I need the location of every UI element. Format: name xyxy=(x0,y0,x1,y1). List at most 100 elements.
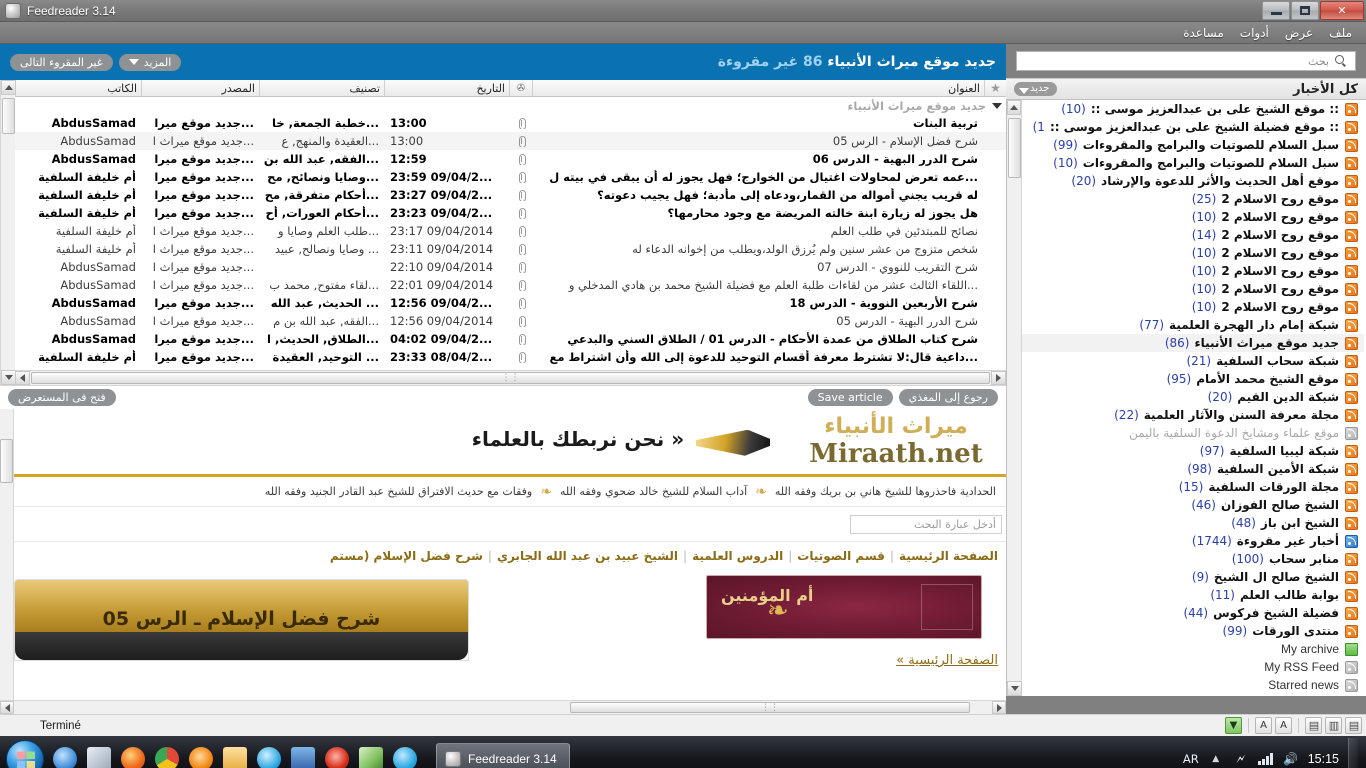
article-table-hscrollbar[interactable]: ⋮⋮ xyxy=(15,370,1006,385)
more-button[interactable]: المزيد xyxy=(118,53,182,71)
sidebar-item[interactable]: My RSS Feed xyxy=(1007,658,1364,676)
feed-list[interactable]: :: موقع الشيخ على بن عبدالعزيز موسى :: (1… xyxy=(1006,100,1366,696)
article-scroll-down-button[interactable] xyxy=(1,370,16,385)
open-in-browser-button[interactable]: فتح فى المستعرض xyxy=(8,389,116,406)
sidebar-item[interactable]: فضيلة الشيخ فركوس (44) xyxy=(1007,604,1364,622)
tray-clock[interactable]: 15:15 xyxy=(1308,752,1339,766)
preview-hscrollbar[interactable]: ⋮⋮ xyxy=(0,700,1006,714)
preview-scrollbar-thumb[interactable] xyxy=(0,439,13,483)
table-row[interactable]: عمه تعرض لمحاولات اغتيال من الخوارج؛ فهل… xyxy=(15,168,1006,186)
table-row[interactable]: شرح الدرر البهية - الدرس 06 12:59 الفقه, ع… xyxy=(15,150,1006,168)
table-row[interactable]: نصائح للمبتدئين في طلب العلم 23:17 09/04/… xyxy=(15,222,1006,240)
maximize-button[interactable] xyxy=(1291,1,1319,20)
breadcrumb-home[interactable]: الصفحة الرئيسية xyxy=(899,549,998,563)
row-attachment-cell[interactable] xyxy=(509,333,532,345)
row-attachment-cell[interactable] xyxy=(509,351,532,363)
menu-view[interactable]: عرض xyxy=(1277,24,1321,42)
sidebar-item[interactable]: :: موقع فضيلة الشيخ على بن عبدالعزيز موس… xyxy=(1007,118,1364,136)
taskbar-media-player-classic[interactable] xyxy=(82,740,116,768)
col-source[interactable]: المصدر xyxy=(141,80,259,96)
layout-split-icon[interactable]: ▥ xyxy=(1325,717,1342,734)
table-row[interactable]: شرح التقريب للنووي - الدرس 07 22:10 09/04… xyxy=(15,258,1006,276)
sidebar-item[interactable]: جديد موقع ميراث الأنبياء (86) xyxy=(1007,334,1364,352)
taskbar-window-feedreader[interactable]: Feedreader 3.14 xyxy=(436,743,570,768)
article-rows[interactable]: جديد موقع ميراث الأنبياء تربية البنات 13:… xyxy=(15,97,1006,370)
scroll-up-button[interactable] xyxy=(1007,100,1021,115)
row-attachment-cell[interactable] xyxy=(509,243,532,255)
site-banner[interactable]: أم المؤمنين ❧ xyxy=(706,575,982,639)
sidebar-item[interactable]: منابر سحاب (100) xyxy=(1007,550,1364,568)
minimize-button[interactable] xyxy=(1262,1,1290,20)
ticker-item-2[interactable]: آداب السلام للشيخ خالد ضحوي وفقه الله xyxy=(560,485,747,498)
sidebar-item[interactable]: موقع أهل الحديث والأثر للدعوة والإرشاد (2… xyxy=(1007,172,1364,190)
col-category[interactable]: تصنيف xyxy=(259,80,384,96)
col-title[interactable]: العنوان xyxy=(532,80,984,96)
taskbar-acrobat-reader[interactable] xyxy=(320,740,354,768)
table-row[interactable]: شخص متزوج من عشر سنين ولم يُرزق الولد،وي… xyxy=(15,240,1006,258)
font-decrease-icon[interactable]: A xyxy=(1255,717,1272,734)
breadcrumb-current[interactable]: شرح فضل الإسلام (مستم xyxy=(330,549,483,563)
sidebar-item[interactable]: موقع روح الاسلام 2 (10) xyxy=(1007,244,1364,262)
site-home-link[interactable]: « الصفحة الرئيسية xyxy=(706,653,998,668)
next-unread-button[interactable]: غير المقروء التالى xyxy=(10,53,113,71)
sidebar-item[interactable]: شبكة الأمين السلفية (98) xyxy=(1007,460,1364,478)
row-attachment-cell[interactable] xyxy=(509,225,532,237)
sidebar-item[interactable]: الشيخ صالح الفوزان (46) xyxy=(1007,496,1364,514)
taskbar-firefox[interactable] xyxy=(116,740,150,768)
row-attachment-cell[interactable] xyxy=(509,261,532,273)
layout-list-icon[interactable]: ▤ xyxy=(1345,717,1362,734)
taskbar-explorer-folder[interactable] xyxy=(218,740,252,768)
show-hidden-icon[interactable]: ▲ xyxy=(1208,751,1224,767)
row-attachment-cell[interactable] xyxy=(509,297,532,309)
save-article-button[interactable]: Save article xyxy=(807,389,893,406)
article-scroll-up-button[interactable] xyxy=(1,80,16,95)
sidebar-item[interactable]: شبكة سحاب السلفية (21) xyxy=(1007,352,1364,370)
menu-file[interactable]: ملف xyxy=(1321,24,1360,42)
sidebar-item[interactable]: الشيخ صالح ال الشيخ (9) xyxy=(1007,568,1364,586)
taskbar-internet-explorer[interactable] xyxy=(48,740,82,768)
sidebar-item[interactable]: Starred news xyxy=(1007,676,1364,694)
menu-help[interactable]: مساعدة xyxy=(1175,24,1232,42)
table-row[interactable]: شرح فضل الإسلام - الرس 05 13:00 العقيدة وا… xyxy=(15,132,1006,150)
preview-hscroll-right-button[interactable] xyxy=(992,701,1006,714)
sidebar-item[interactable]: شبكة الدين القيم (20) xyxy=(1007,388,1364,406)
article-scrollbar-thumb[interactable] xyxy=(2,98,15,134)
sidebar-item[interactable]: مجلة معرفة السنن والآثار العلمية (22) xyxy=(1007,406,1364,424)
breadcrumb-lessons[interactable]: الدروس العلمية xyxy=(692,549,783,563)
table-row[interactable]: شرح الدرر البهية - الدرس 05 12:56 09/04/2… xyxy=(15,312,1006,330)
power-icon[interactable]: 🗲 xyxy=(1233,751,1249,767)
article-card-player[interactable] xyxy=(15,632,468,660)
table-row[interactable]: هل يجوز له زيارة ابنة خالته المريضة مع و… xyxy=(15,204,1006,222)
sidebar-item[interactable]: موقع الشيخ محمد الأمام (95) xyxy=(1007,370,1364,388)
layout-single-icon[interactable]: ▤ xyxy=(1305,717,1322,734)
sidebar-item[interactable]: مجلة الورقات السلفية (15) xyxy=(1007,478,1364,496)
search-input[interactable]: بحث xyxy=(1016,51,1356,71)
col-attachment[interactable]: ✇ xyxy=(509,80,532,96)
sidebar-item[interactable]: موقع روح الاسلام 2 (10) xyxy=(1007,208,1364,226)
font-increase-icon[interactable]: A xyxy=(1275,717,1292,734)
sidebar-item[interactable]: شبكة ليبيا السلفية (97) xyxy=(1007,442,1364,460)
sidebar-item[interactable]: موقع روح الاسلام 2 (10) xyxy=(1007,298,1364,316)
row-attachment-cell[interactable] xyxy=(509,153,532,165)
sidebar-item[interactable]: موقع روح الاسلام 2 (10) xyxy=(1007,262,1364,280)
row-attachment-cell[interactable] xyxy=(509,135,532,147)
row-attachment-cell[interactable] xyxy=(509,171,532,183)
close-button[interactable]: ✕ xyxy=(1320,1,1364,20)
show-desktop-button[interactable] xyxy=(1348,738,1358,768)
article-group-row[interactable]: جديد موقع ميراث الأنبياء xyxy=(15,97,1006,114)
table-row[interactable]: اللقاء الثالث عشر من لقاءات طلبة العلم م… xyxy=(15,276,1006,294)
sidebar-item[interactable]: موقع علماء ومشايخ الدعوة السلفية باليمن xyxy=(1007,424,1364,442)
table-row[interactable]: تربية البنات 13:00 خطبة الجمعة, خا... جديد … xyxy=(15,114,1006,132)
sidebar-item[interactable]: سبل السلام للصوتيات والبرامج والمقروءات (… xyxy=(1007,154,1364,172)
sidebar-item[interactable]: أخبار غير مقروءة (1744) xyxy=(1007,532,1364,550)
table-row[interactable]: داعية قال:لا تشترط معرفة أقسام التوحيد ل… xyxy=(15,348,1006,366)
sidebar-item[interactable]: My archive xyxy=(1007,640,1364,658)
hscrollbar-thumb[interactable]: ⋮⋮ xyxy=(31,372,990,384)
taskbar-browser-globe[interactable] xyxy=(252,740,286,768)
taskbar-skype[interactable] xyxy=(388,740,422,768)
sidebar-item[interactable]: بوابة طالب العلم (11) xyxy=(1007,586,1364,604)
taskbar-paint[interactable] xyxy=(354,740,388,768)
network-icon[interactable] xyxy=(1258,751,1274,767)
table-row[interactable]: له قريب يجني أمواله من القمار،ودعاه إلى … xyxy=(15,186,1006,204)
row-attachment-cell[interactable] xyxy=(509,279,532,291)
